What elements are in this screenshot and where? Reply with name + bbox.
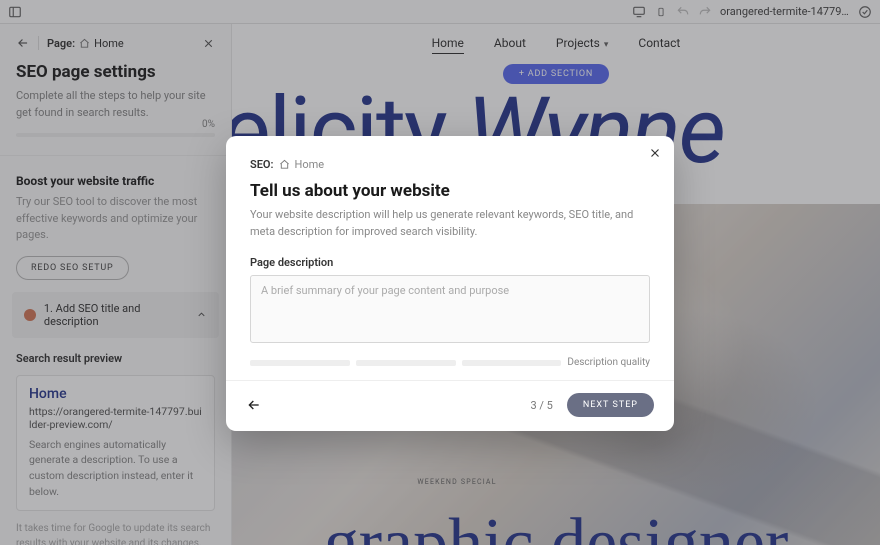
next-step-button[interactable]: NEXT STEP — [567, 393, 654, 417]
home-icon — [279, 159, 290, 170]
modal-explain: Your website description will help us ge… — [250, 207, 650, 240]
modal-back-button[interactable] — [246, 397, 262, 413]
modal-title: Tell us about your website — [250, 181, 650, 201]
description-quality-meter: Description quality — [250, 357, 650, 368]
quality-bar-1 — [250, 360, 350, 366]
seo-wizard-modal: SEO: Home Tell us about your website You… — [226, 136, 674, 431]
modal-breadcrumb: SEO: Home — [250, 158, 650, 171]
modal-pager: 3 / 5 — [531, 399, 553, 412]
modal-crumb-page: Home — [295, 158, 325, 171]
quality-bar-2 — [356, 360, 456, 366]
modal-close-button[interactable] — [648, 146, 662, 160]
modal-crumb-label: SEO: — [250, 158, 274, 171]
page-description-input[interactable] — [250, 275, 650, 343]
quality-bar-3 — [462, 360, 562, 366]
quality-label: Description quality — [567, 357, 650, 368]
page-description-label: Page description — [250, 256, 650, 269]
